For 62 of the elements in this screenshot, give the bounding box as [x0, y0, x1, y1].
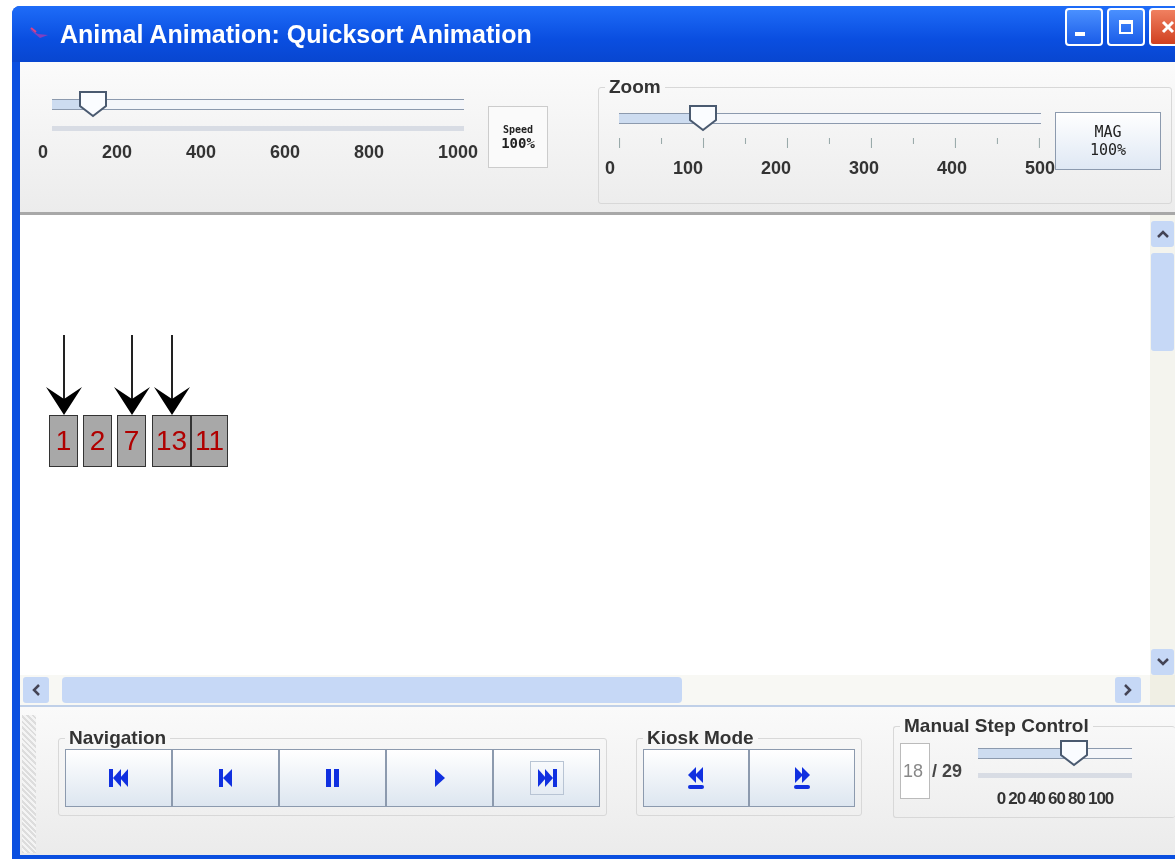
group-title: Manual Step Control	[903, 715, 1090, 737]
scrollbar-corner	[1150, 675, 1175, 705]
window-title: Animal Animation: Quicksort Animation	[60, 19, 533, 49]
slider-thumb[interactable]	[688, 104, 719, 132]
step-total: / 29	[932, 761, 963, 782]
step-field[interactable]: 18	[900, 743, 930, 799]
down-icon	[1155, 657, 1170, 667]
minimize-icon	[1075, 32, 1085, 36]
tick-label: 60	[1048, 789, 1065, 809]
slider-thumb[interactable]	[78, 90, 109, 118]
scroll-thumb[interactable]	[62, 677, 682, 703]
tick-label: 200	[760, 158, 791, 179]
tick-label: 0	[605, 158, 615, 179]
close-icon	[1160, 19, 1175, 35]
maximize-icon	[1118, 19, 1134, 35]
tick-label: 0	[996, 789, 1006, 809]
navigation-button[interactable]	[65, 749, 172, 807]
scroll-thumb[interactable]	[1151, 253, 1174, 351]
tick-label: 40	[1028, 789, 1046, 809]
scroll-left-button[interactable]	[23, 677, 49, 703]
navigation-button[interactable]	[493, 749, 600, 807]
array-cell: 2	[83, 415, 112, 467]
tick-label: 600	[269, 142, 300, 163]
tick-label: 200	[101, 142, 132, 163]
tick-label: 100	[672, 158, 703, 179]
group-title: Navigation	[68, 727, 168, 749]
group-title: Kiosk Mode	[646, 727, 755, 749]
up-icon	[1155, 229, 1170, 239]
tick-label: 0	[38, 142, 48, 163]
array-cell: 1	[49, 415, 78, 467]
speed-button[interactable]: Speed 100%	[488, 106, 548, 168]
tick-label: 500	[1024, 158, 1055, 179]
navigation-button[interactable]	[279, 749, 386, 807]
tick-label: 300	[848, 158, 879, 179]
kiosk-button[interactable]	[643, 749, 749, 807]
array-cell: 13	[151, 415, 192, 467]
array-cell: 7	[117, 415, 146, 467]
tick-label: 400	[936, 158, 967, 179]
tick-label: 800	[353, 142, 384, 163]
toolbar-grip[interactable]	[22, 715, 36, 853]
tick-label: 400	[185, 142, 216, 163]
tick-label: 100	[1087, 789, 1114, 809]
scroll-up-button[interactable]	[1151, 221, 1174, 247]
array-cell: 11	[191, 415, 229, 467]
kiosk-button[interactable]	[749, 749, 855, 807]
right-icon	[1123, 683, 1133, 697]
scroll-down-button[interactable]	[1151, 649, 1174, 675]
navigation-button[interactable]	[172, 749, 279, 807]
tick-label: 20	[1008, 789, 1026, 809]
vertical-scrollbar[interactable]	[1150, 215, 1175, 675]
left-icon	[31, 683, 41, 697]
minimize-button[interactable]	[1065, 8, 1103, 46]
slider-thumb[interactable]	[1058, 739, 1089, 767]
app-icon	[28, 27, 50, 41]
tick-label: 80	[1068, 789, 1085, 809]
scroll-right-button[interactable]	[1115, 677, 1141, 703]
tick-label: 1000	[437, 142, 478, 163]
group-title: Zoom	[608, 76, 662, 98]
magnify-button[interactable]: MAG 100%	[1055, 112, 1161, 170]
skip-first-icon	[106, 766, 131, 790]
horizontal-scrollbar[interactable]	[20, 675, 1150, 705]
maximize-button[interactable]	[1107, 8, 1145, 46]
